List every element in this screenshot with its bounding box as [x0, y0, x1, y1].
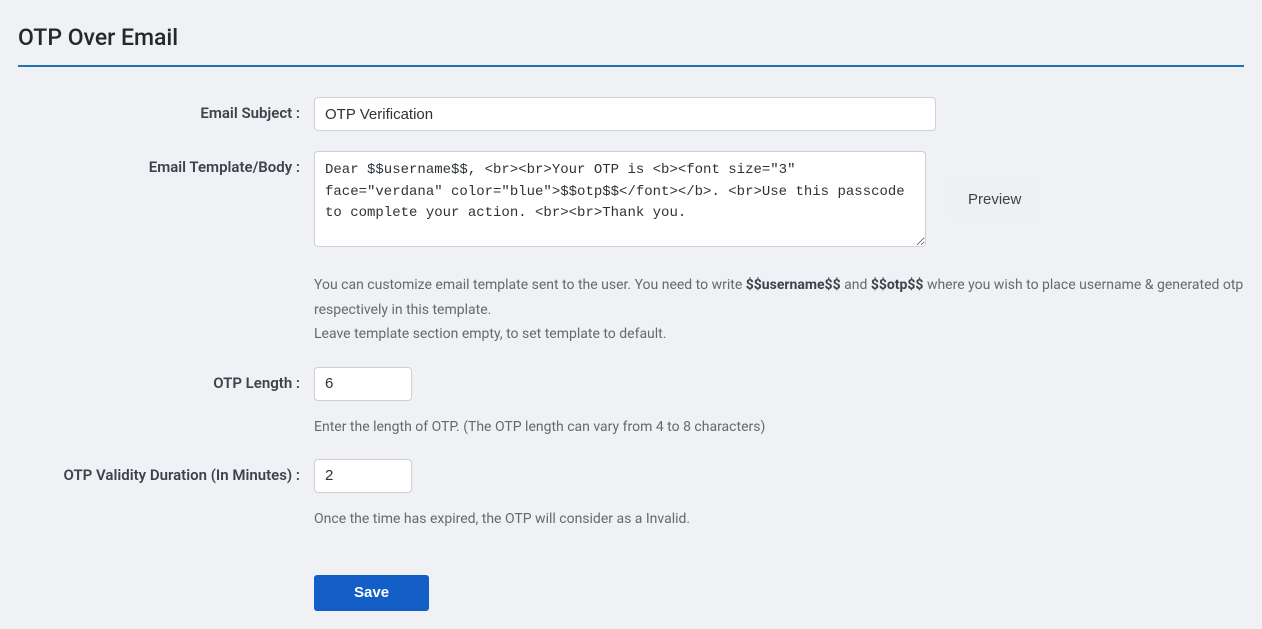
otp-validity-input[interactable] [314, 459, 412, 493]
help-otp-length: Enter the length of OTP. (The OTP length… [314, 419, 1244, 435]
save-button[interactable]: Save [314, 575, 429, 611]
row-otp-validity: OTP Validity Duration (In Minutes) : Onc… [18, 459, 1244, 527]
row-otp-length: OTP Length : Enter the length of OTP. (T… [18, 367, 1244, 435]
help-text-line2: Leave template section empty, to set tem… [314, 326, 666, 342]
row-email-subject: Email Subject : [18, 97, 1244, 131]
help-email-template: You can customize email template sent to… [314, 273, 1244, 347]
help-otp-validity: Once the time has expired, the OTP will … [314, 511, 1244, 527]
label-email-template: Email Template/Body : [18, 151, 314, 176]
help-text-part: and [841, 277, 871, 293]
preview-button[interactable]: Preview [950, 181, 1039, 217]
title-separator [18, 65, 1244, 67]
email-template-textarea[interactable] [314, 151, 926, 247]
otp-length-input[interactable] [314, 367, 412, 401]
otp-over-email-settings: OTP Over Email Email Subject : Email Tem… [0, 0, 1262, 629]
label-otp-validity: OTP Validity Duration (In Minutes) : [18, 459, 314, 484]
row-email-template: Email Template/Body : Preview You can cu… [18, 151, 1244, 347]
label-email-subject: Email Subject : [18, 97, 314, 122]
email-subject-input[interactable] [314, 97, 936, 131]
help-token-username: $$username$$ [746, 277, 841, 293]
page-title: OTP Over Email [18, 24, 1244, 51]
help-text-part: You can customize email template sent to… [314, 277, 746, 293]
help-token-otp: $$otp$$ [871, 277, 924, 293]
label-otp-length: OTP Length : [18, 367, 314, 392]
save-row: Save [314, 575, 1244, 611]
